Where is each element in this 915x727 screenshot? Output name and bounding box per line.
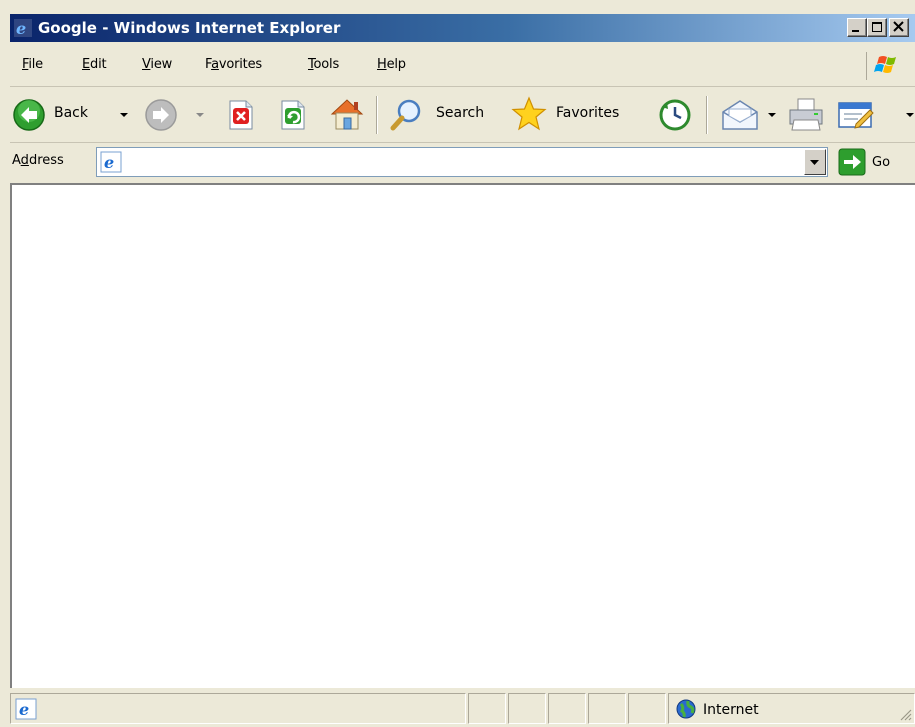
- forward-icon: [145, 99, 177, 131]
- menu-bar: File Edit View Favorites Tools Help: [10, 44, 915, 87]
- back-button[interactable]: Back: [10, 98, 135, 132]
- menu-favorites-accel: a: [211, 57, 219, 72]
- stop-button[interactable]: [224, 98, 258, 132]
- status-text-panel: e: [10, 693, 466, 724]
- search-button[interactable]: Search: [388, 98, 494, 132]
- menu-file[interactable]: File: [22, 56, 43, 74]
- address-label-accel: d: [20, 153, 29, 168]
- close-icon: [893, 21, 904, 32]
- chevron-down-icon: [810, 160, 819, 165]
- title-bar[interactable]: e Google - Windows Internet Explorer: [10, 14, 915, 42]
- menu-favorites-rest: vorites: [218, 57, 262, 72]
- forward-dropdown-icon[interactable]: [196, 113, 204, 117]
- home-button[interactable]: [328, 96, 366, 132]
- forward-button[interactable]: [144, 98, 204, 132]
- menu-view-rest: iew: [150, 57, 173, 72]
- maximize-button[interactable]: [867, 18, 887, 37]
- globe-icon: [676, 699, 696, 719]
- toolbar-separator: [376, 96, 377, 134]
- toolbar-separator-2: [706, 96, 707, 134]
- go-button[interactable]: Go: [836, 147, 906, 177]
- address-input[interactable]: [125, 152, 785, 172]
- close-button[interactable]: [889, 18, 909, 37]
- svg-text:e: e: [104, 153, 114, 172]
- search-label: Search: [436, 105, 485, 121]
- menu-help[interactable]: Help: [377, 56, 406, 74]
- address-label: Address: [12, 153, 64, 168]
- status-bar: e Internet: [10, 690, 915, 727]
- windows-logo: [866, 52, 903, 80]
- menu-edit-accel: E: [82, 57, 91, 72]
- menu-file-rest: ile: [28, 57, 43, 72]
- refresh-button[interactable]: [276, 98, 310, 132]
- back-icon: [13, 99, 45, 131]
- go-label: Go: [872, 155, 891, 170]
- refresh-icon: [281, 100, 305, 130]
- page-status-icon: e: [15, 698, 37, 720]
- menu-tools-rest: ools: [313, 57, 340, 72]
- edit-button[interactable]: [836, 98, 914, 132]
- menu-edit-rest: dit: [90, 57, 107, 72]
- minimize-icon: [852, 30, 859, 32]
- menu-help-rest: elp: [386, 57, 406, 72]
- address-bar: Address e Go: [10, 143, 915, 181]
- resize-grip-icon[interactable]: [898, 707, 912, 721]
- zone-label: Internet: [703, 702, 759, 718]
- menu-favorites[interactable]: Favorites: [205, 56, 262, 74]
- favorites-button[interactable]: Favorites: [510, 96, 644, 132]
- page-content[interactable]: [10, 183, 915, 688]
- page-ie-icon: e: [100, 151, 122, 173]
- status-panel-2: [508, 693, 546, 724]
- favorites-star-icon: [511, 96, 547, 131]
- status-panel-5: [628, 693, 666, 724]
- mail-dropdown-icon[interactable]: [768, 113, 776, 117]
- mail-icon: [722, 100, 758, 130]
- status-panel-3: [548, 693, 586, 724]
- mail-button[interactable]: [720, 98, 778, 132]
- search-icon: [390, 99, 421, 131]
- back-label: Back: [54, 105, 88, 121]
- ie-logo-icon: e: [14, 19, 32, 37]
- menu-edit[interactable]: Edit: [82, 56, 107, 74]
- minimize-button[interactable]: [847, 18, 867, 37]
- history-button[interactable]: [658, 98, 692, 132]
- history-icon: [659, 99, 691, 131]
- stop-icon: [229, 100, 253, 130]
- address-box[interactable]: e: [96, 147, 828, 177]
- maximize-icon: [872, 22, 882, 32]
- address-dropdown-button[interactable]: [804, 149, 826, 175]
- status-panel-4: [588, 693, 626, 724]
- print-button[interactable]: [786, 96, 826, 134]
- menu-view[interactable]: View: [142, 56, 172, 74]
- svg-text:e: e: [16, 19, 26, 37]
- edit-dropdown-icon[interactable]: [906, 113, 914, 117]
- window-title: Google - Windows Internet Explorer: [38, 19, 341, 37]
- menu-help-accel: H: [377, 57, 387, 72]
- go-arrow-icon: [838, 148, 866, 176]
- print-icon: [789, 98, 823, 131]
- favorites-label: Favorites: [556, 105, 620, 121]
- edit-icon: [838, 102, 874, 129]
- address-label-a: A: [12, 153, 21, 168]
- svg-text:e: e: [19, 700, 29, 719]
- status-panel-1: [468, 693, 506, 724]
- menu-tools[interactable]: Tools: [308, 56, 339, 74]
- address-label-rest: dress: [28, 153, 64, 168]
- back-dropdown-icon[interactable]: [120, 113, 128, 117]
- security-zone-panel[interactable]: Internet: [668, 693, 915, 724]
- home-icon: [330, 99, 364, 130]
- standard-toolbar: Back Search Favorites: [10, 88, 915, 143]
- windows-flag-icon: [874, 56, 896, 73]
